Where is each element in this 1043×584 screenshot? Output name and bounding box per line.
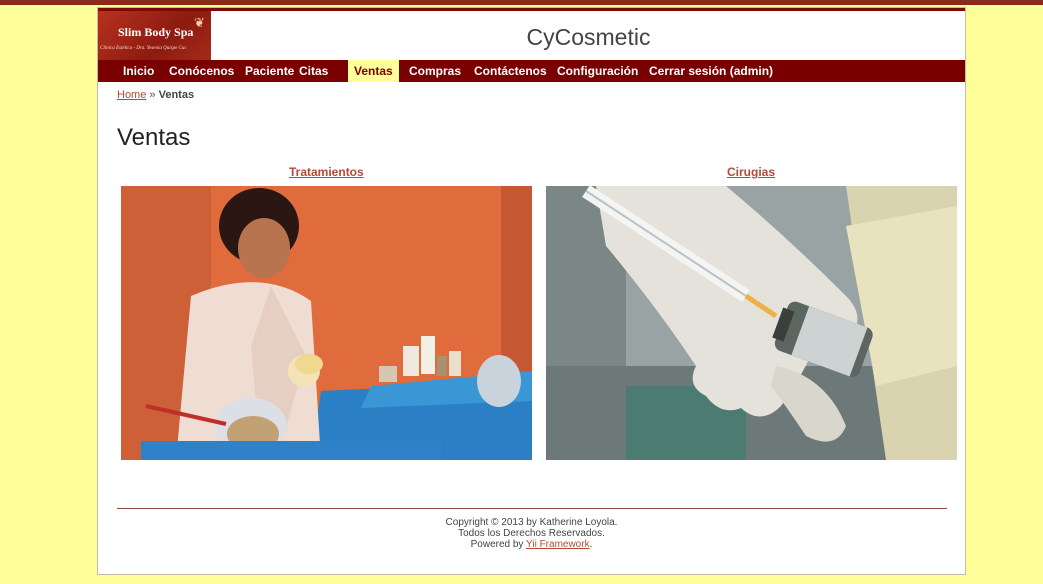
footer-powered: Powered by Yii Framework. — [98, 539, 965, 550]
yii-framework-link[interactable]: Yii Framework — [526, 539, 590, 550]
breadcrumb: Home » Ventas — [117, 89, 194, 101]
logo-title: Slim Body Spa — [118, 25, 194, 39]
nav-item-cerrar-sesion[interactable]: Cerrar sesión (admin) — [649, 60, 773, 82]
main-nav: Inicio Conócenos Paciente Citas Ventas C… — [98, 60, 965, 82]
footer-rights: Todos los Derechos Reservados. — [458, 528, 605, 539]
logo-flourish-icon: ❦ — [194, 15, 205, 30]
footer-powered-prefix: Powered by — [470, 539, 524, 550]
footer-powered-suffix: . — [589, 539, 593, 550]
nav-item-inicio[interactable]: Inicio — [123, 60, 154, 82]
nav-item-ventas[interactable]: Ventas — [348, 60, 399, 82]
logo-subtitle: Clínica Estética - Dra. Yesenia Quispe C… — [100, 46, 187, 51]
nav-item-conocenos[interactable]: Conócenos — [169, 60, 234, 82]
syringe-vial-photo[interactable] — [546, 186, 957, 460]
cirugias-link[interactable]: Cirugias — [727, 165, 775, 179]
site-title: CyCosmetic — [526, 24, 651, 50]
footer: Copyright © 2013 by Katherine Loyola. To… — [98, 517, 965, 550]
logo[interactable]: Slim Body Spa ❦ Clínica Estética - Dra. … — [98, 11, 211, 60]
tratamientos-link[interactable]: Tratamientos — [289, 165, 364, 179]
header: Slim Body Spa ❦ Clínica Estética - Dra. … — [98, 8, 965, 60]
breadcrumb-separator: » — [149, 89, 156, 101]
top-accent-bar — [0, 0, 1043, 5]
nav-item-paciente[interactable]: Paciente — [245, 60, 294, 82]
facial-treatment-photo[interactable] — [121, 186, 532, 460]
page-title: Ventas — [117, 124, 191, 151]
breadcrumb-home-link[interactable]: Home — [117, 89, 146, 101]
nav-item-citas[interactable]: Citas — [299, 60, 328, 82]
nav-item-compras[interactable]: Compras — [409, 60, 461, 82]
nav-item-contactenos[interactable]: Contáctenos — [474, 60, 547, 82]
page-container: Slim Body Spa ❦ Clínica Estética - Dra. … — [97, 7, 966, 575]
footer-copyright: Copyright © 2013 by Katherine Loyola. — [445, 517, 618, 528]
nav-item-configuracion[interactable]: Configuración — [557, 60, 638, 82]
footer-divider — [117, 508, 947, 509]
breadcrumb-current: Ventas — [158, 89, 195, 101]
